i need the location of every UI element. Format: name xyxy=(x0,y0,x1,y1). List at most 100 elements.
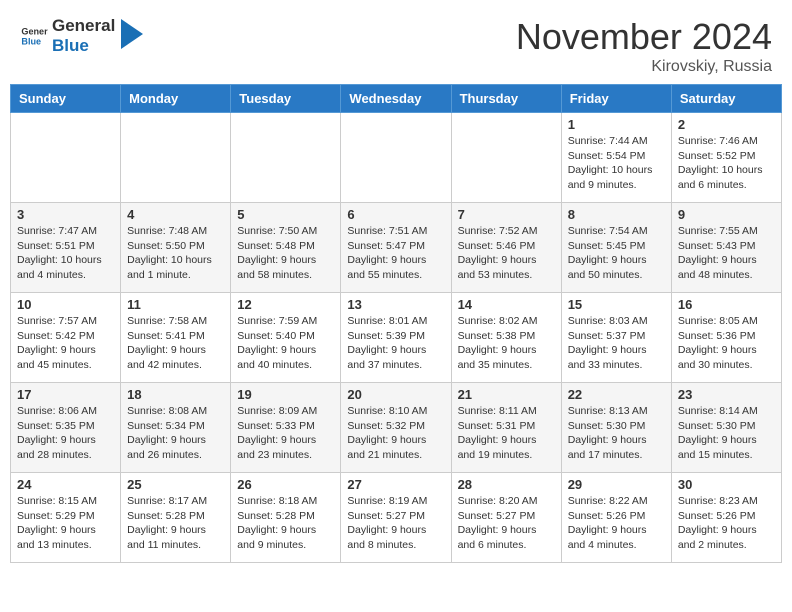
calendar-cell: 15Sunrise: 8:03 AMSunset: 5:37 PMDayligh… xyxy=(561,293,671,383)
day-info: Sunrise: 8:14 AMSunset: 5:30 PMDaylight:… xyxy=(678,404,775,463)
calendar-cell: 22 Sunrise: 8:13 AMSunset: 5:30 PMDayligh… xyxy=(561,383,671,473)
logo-icon: General Blue xyxy=(20,22,48,50)
calendar-cell: 26Sunrise: 8:18 AMSunset: 5:28 PMDayligh… xyxy=(231,473,341,563)
calendar-week-row: 10Sunrise: 7:57 AMSunset: 5:42 PMDayligh… xyxy=(11,293,782,383)
month-title: November 2024 xyxy=(516,16,772,58)
day-number: 1 xyxy=(568,117,665,132)
calendar-cell: 1 Sunrise: 7:44 AMSunset: 5:54 PMDaylight… xyxy=(561,113,671,203)
calendar-cell: 6Sunrise: 7:51 AMSunset: 5:47 PMDaylight… xyxy=(341,203,451,293)
day-number: 16 xyxy=(678,297,775,312)
day-number: 22 xyxy=(568,387,665,402)
calendar-cell: 5 Sunrise: 7:50 AMSunset: 5:48 PMDaylight… xyxy=(231,203,341,293)
calendar-cell: 16 Sunrise: 8:05 AMSunset: 5:36 PMDayligh… xyxy=(671,293,781,383)
day-number: 4 xyxy=(127,207,224,222)
weekday-header-row: SundayMondayTuesdayWednesdayThursdayFrid… xyxy=(11,85,782,113)
day-number: 10 xyxy=(17,297,114,312)
day-number: 27 xyxy=(347,477,444,492)
calendar-cell: 24 Sunrise: 8:15 AMSunset: 5:29 PMDayligh… xyxy=(11,473,121,563)
calendar-cell: 29 Sunrise: 8:22 AMSunset: 5:26 PMDayligh… xyxy=(561,473,671,563)
day-info: Sunrise: 7:44 AMSunset: 5:54 PMDaylight:… xyxy=(568,134,665,193)
calendar-cell: 10Sunrise: 7:57 AMSunset: 5:42 PMDayligh… xyxy=(11,293,121,383)
calendar-cell: 19 Sunrise: 8:09 AMSunset: 5:33 PMDayligh… xyxy=(231,383,341,473)
day-info: Sunrise: 7:48 AMSunset: 5:50 PMDaylight:… xyxy=(127,224,224,283)
weekday-header-saturday: Saturday xyxy=(671,85,781,113)
day-info: Sunrise: 8:19 AMSunset: 5:27 PMDaylight:… xyxy=(347,494,444,553)
calendar-cell: 23 Sunrise: 8:14 AMSunset: 5:30 PMDayligh… xyxy=(671,383,781,473)
day-info: Sunrise: 8:15 AMSunset: 5:29 PMDaylight:… xyxy=(17,494,114,553)
day-number: 5 xyxy=(237,207,334,222)
day-info: Sunrise: 8:01 AMSunset: 5:39 PMDaylight:… xyxy=(347,314,444,373)
day-info: Sunrise: 7:55 AMSunset: 5:43 PMDaylight:… xyxy=(678,224,775,283)
weekday-header-thursday: Thursday xyxy=(451,85,561,113)
calendar-cell: 25Sunrise: 8:17 AMSunset: 5:28 PMDayligh… xyxy=(121,473,231,563)
day-info: Sunrise: 8:10 AMSunset: 5:32 PMDaylight:… xyxy=(347,404,444,463)
day-info: Sunrise: 8:06 AMSunset: 5:35 PMDaylight:… xyxy=(17,404,114,463)
calendar-cell: 9Sunrise: 7:55 AMSunset: 5:43 PMDaylight… xyxy=(671,203,781,293)
calendar-header: SundayMondayTuesdayWednesdayThursdayFrid… xyxy=(11,85,782,113)
calendar-week-row: 17 Sunrise: 8:06 AMSunset: 5:35 PMDayligh… xyxy=(11,383,782,473)
title-section: November 2024 Kirovskiy, Russia xyxy=(516,16,772,76)
calendar-cell: 30 Sunrise: 8:23 AMSunset: 5:26 PMDayligh… xyxy=(671,473,781,563)
day-info: Sunrise: 8:17 AMSunset: 5:28 PMDaylight:… xyxy=(127,494,224,553)
page-header: General Blue General Blue November 2024 … xyxy=(0,0,792,84)
day-number: 29 xyxy=(568,477,665,492)
day-number: 23 xyxy=(678,387,775,402)
day-info: Sunrise: 7:59 AMSunset: 5:40 PMDaylight:… xyxy=(237,314,334,373)
day-info: Sunrise: 8:05 AMSunset: 5:36 PMDaylight:… xyxy=(678,314,775,373)
day-number: 30 xyxy=(678,477,775,492)
calendar-week-row: 24 Sunrise: 8:15 AMSunset: 5:29 PMDayligh… xyxy=(11,473,782,563)
calendar-week-row: 1 Sunrise: 7:44 AMSunset: 5:54 PMDaylight… xyxy=(11,113,782,203)
day-info: Sunrise: 7:54 AMSunset: 5:45 PMDaylight:… xyxy=(568,224,665,283)
logo-arrow-icon xyxy=(121,19,143,49)
calendar-cell xyxy=(11,113,121,203)
day-number: 24 xyxy=(17,477,114,492)
weekday-header-monday: Monday xyxy=(121,85,231,113)
day-number: 2 xyxy=(678,117,775,132)
calendar-cell: 7 Sunrise: 7:52 AMSunset: 5:46 PMDaylight… xyxy=(451,203,561,293)
day-number: 7 xyxy=(458,207,555,222)
logo-general: General xyxy=(52,16,115,36)
day-info: Sunrise: 7:58 AMSunset: 5:41 PMDaylight:… xyxy=(127,314,224,373)
calendar-cell: 20 Sunrise: 8:10 AMSunset: 5:32 PMDayligh… xyxy=(341,383,451,473)
calendar-body: 1 Sunrise: 7:44 AMSunset: 5:54 PMDaylight… xyxy=(11,113,782,563)
svg-text:General: General xyxy=(21,27,48,37)
day-number: 26 xyxy=(237,477,334,492)
day-info: Sunrise: 7:50 AMSunset: 5:48 PMDaylight:… xyxy=(237,224,334,283)
day-info: Sunrise: 8:09 AMSunset: 5:33 PMDaylight:… xyxy=(237,404,334,463)
day-number: 12 xyxy=(237,297,334,312)
location: Kirovskiy, Russia xyxy=(516,58,772,76)
day-info: Sunrise: 7:51 AMSunset: 5:47 PMDaylight:… xyxy=(347,224,444,283)
day-number: 17 xyxy=(17,387,114,402)
day-number: 14 xyxy=(458,297,555,312)
day-info: Sunrise: 8:23 AMSunset: 5:26 PMDaylight:… xyxy=(678,494,775,553)
calendar-cell xyxy=(231,113,341,203)
calendar-cell xyxy=(121,113,231,203)
day-info: Sunrise: 8:13 AMSunset: 5:30 PMDaylight:… xyxy=(568,404,665,463)
day-number: 8 xyxy=(568,207,665,222)
calendar-cell xyxy=(451,113,561,203)
calendar-cell: 27 Sunrise: 8:19 AMSunset: 5:27 PMDayligh… xyxy=(341,473,451,563)
day-info: Sunrise: 8:03 AMSunset: 5:37 PMDaylight:… xyxy=(568,314,665,373)
calendar-cell xyxy=(341,113,451,203)
day-number: 19 xyxy=(237,387,334,402)
calendar-cell: 21Sunrise: 8:11 AMSunset: 5:31 PMDayligh… xyxy=(451,383,561,473)
day-number: 11 xyxy=(127,297,224,312)
calendar-cell: 8 Sunrise: 7:54 AMSunset: 5:45 PMDaylight… xyxy=(561,203,671,293)
calendar-cell: 13 Sunrise: 8:01 AMSunset: 5:39 PMDayligh… xyxy=(341,293,451,383)
weekday-header-sunday: Sunday xyxy=(11,85,121,113)
calendar-cell: 28Sunrise: 8:20 AMSunset: 5:27 PMDayligh… xyxy=(451,473,561,563)
day-info: Sunrise: 8:11 AMSunset: 5:31 PMDaylight:… xyxy=(458,404,555,463)
calendar-table: SundayMondayTuesdayWednesdayThursdayFrid… xyxy=(10,84,782,563)
calendar-week-row: 3Sunrise: 7:47 AMSunset: 5:51 PMDaylight… xyxy=(11,203,782,293)
day-info: Sunrise: 8:08 AMSunset: 5:34 PMDaylight:… xyxy=(127,404,224,463)
day-number: 20 xyxy=(347,387,444,402)
day-info: Sunrise: 8:22 AMSunset: 5:26 PMDaylight:… xyxy=(568,494,665,553)
day-number: 13 xyxy=(347,297,444,312)
weekday-header-wednesday: Wednesday xyxy=(341,85,451,113)
calendar-cell: 4 Sunrise: 7:48 AMSunset: 5:50 PMDaylight… xyxy=(121,203,231,293)
logo: General Blue General Blue xyxy=(20,16,143,57)
day-info: Sunrise: 7:52 AMSunset: 5:46 PMDaylight:… xyxy=(458,224,555,283)
calendar-cell: 2Sunrise: 7:46 AMSunset: 5:52 PMDaylight… xyxy=(671,113,781,203)
calendar-cell: 14Sunrise: 8:02 AMSunset: 5:38 PMDayligh… xyxy=(451,293,561,383)
day-info: Sunrise: 8:20 AMSunset: 5:27 PMDaylight:… xyxy=(458,494,555,553)
